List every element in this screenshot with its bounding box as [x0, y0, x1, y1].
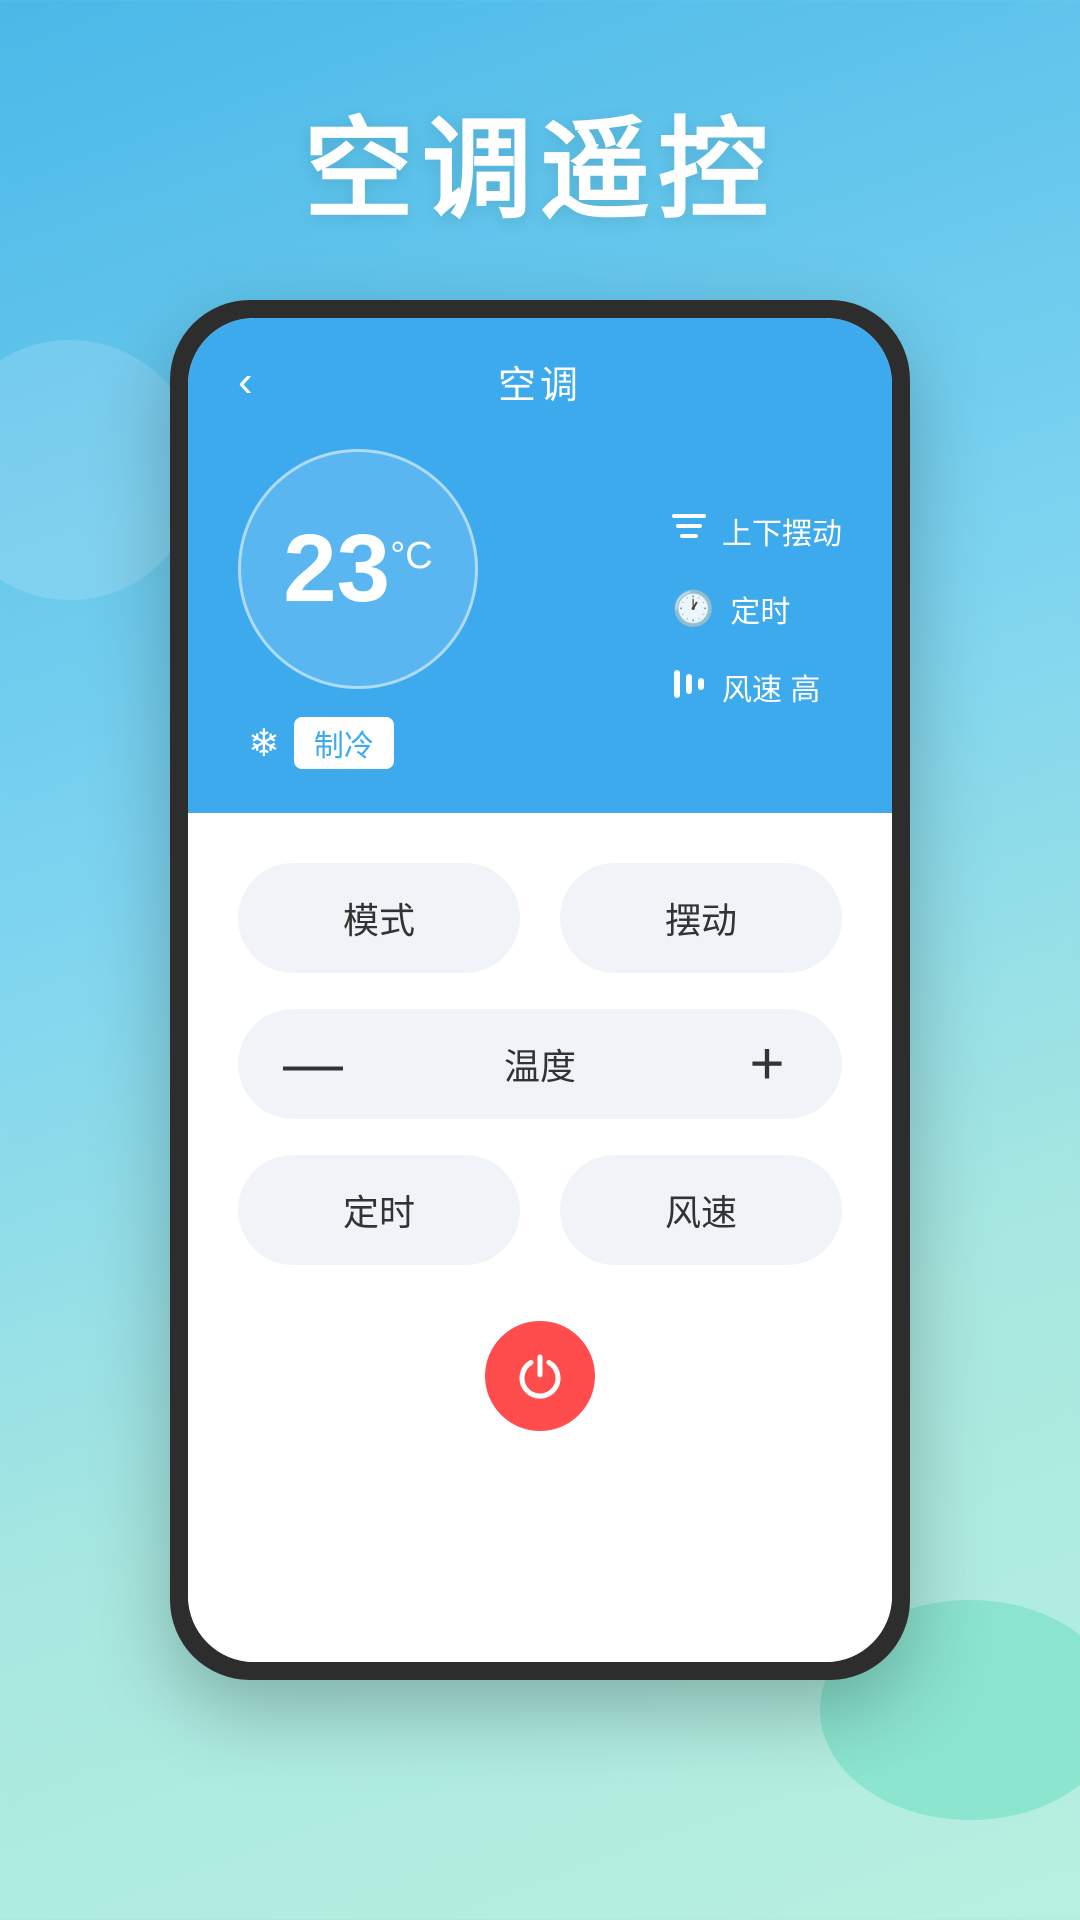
- timer-info[interactable]: 🕐 定时: [672, 587, 790, 631]
- power-button[interactable]: [485, 1321, 595, 1431]
- snowflake-icon: ❄: [248, 721, 280, 766]
- phone-screen: ‹ 空调 23°C ❄ 制冷: [188, 318, 892, 1662]
- right-info-panel: 上下摆动 🕐 定时 风速: [672, 509, 842, 709]
- wind-speed-button[interactable]: 风速: [560, 1155, 842, 1265]
- timer-button[interactable]: 定时: [238, 1155, 520, 1265]
- wind-info[interactable]: 风速 高: [672, 665, 820, 709]
- phone-mockup: ‹ 空调 23°C ❄ 制冷: [170, 300, 910, 1680]
- timer-wind-row: 定时 风速: [238, 1155, 842, 1265]
- screen-title: 空调: [498, 354, 582, 409]
- screen-header: ‹ 空调: [238, 354, 842, 409]
- swing-icon: [672, 512, 706, 551]
- mode-badge: 制冷: [294, 717, 394, 769]
- temperature-control-row: — 温度 +: [238, 1009, 842, 1119]
- page-title: 空调遥控: [304, 80, 776, 240]
- back-button[interactable]: ‹: [238, 360, 253, 404]
- temp-decrease-button[interactable]: —: [278, 1034, 348, 1094]
- power-icon: [513, 1349, 567, 1403]
- mode-row: ❄ 制冷: [248, 717, 478, 769]
- wind-speed-label: 风速 高: [722, 665, 820, 709]
- temp-increase-button[interactable]: +: [732, 1034, 802, 1094]
- mode-button[interactable]: 模式: [238, 863, 520, 973]
- temperature-circle: 23°C: [238, 449, 478, 689]
- screen-top-panel: ‹ 空调 23°C ❄ 制冷: [188, 318, 892, 813]
- screen-bottom-panel: 模式 摆动 — 温度 + 定时 风速: [188, 813, 892, 1662]
- temperature-value: 23°C: [283, 521, 432, 617]
- swing-button[interactable]: 摆动: [560, 863, 842, 973]
- timer-label: 定时: [730, 587, 790, 631]
- swing-info[interactable]: 上下摆动: [672, 509, 842, 553]
- mode-swing-row: 模式 摆动: [238, 863, 842, 973]
- screen-content-row: 23°C ❄ 制冷: [238, 449, 842, 769]
- temp-control-label: 温度: [504, 1038, 576, 1090]
- swing-label: 上下摆动: [722, 509, 842, 553]
- timer-icon: 🕐: [672, 589, 714, 629]
- wind-icon: [672, 668, 706, 707]
- temp-section: 23°C ❄ 制冷: [238, 449, 478, 769]
